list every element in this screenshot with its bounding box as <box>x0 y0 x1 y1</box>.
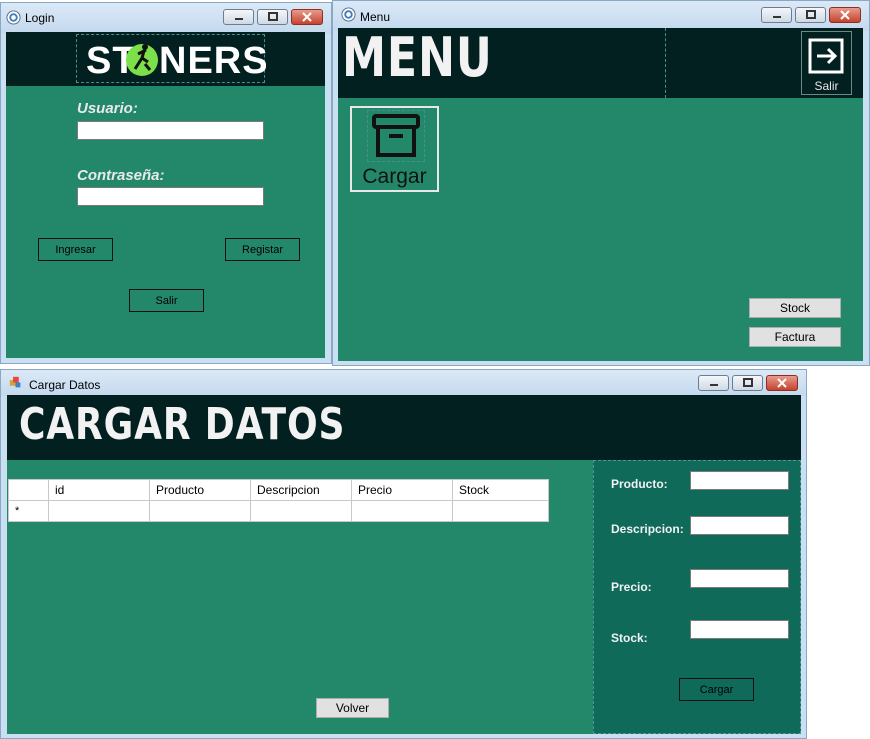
column-header-descripcion[interactable]: Descripcion <box>250 479 352 501</box>
maximize-icon <box>733 376 762 390</box>
cargar-tile-label: Cargar <box>362 165 427 188</box>
salir-label: Salir <box>814 79 839 93</box>
form-panel: Producto: Descripcion: Precio: Stock: Ca… <box>593 460 801 734</box>
precio-input[interactable] <box>690 569 789 588</box>
app-icon <box>341 7 356 22</box>
usuario-label: Usuario: <box>77 100 138 117</box>
column-header-precio[interactable]: Precio <box>351 479 453 501</box>
cargar-tile[interactable]: Cargar <box>350 106 439 192</box>
ingresar-button[interactable]: Ingresar <box>38 238 113 261</box>
menu-client: MENU Salir Cargar Stock Factura <box>338 28 863 361</box>
registar-button[interactable]: Registar <box>225 238 300 261</box>
grid-header-row: id Producto Descripcion Precio Stock <box>8 479 549 501</box>
minimize-icon <box>699 376 728 390</box>
menu-heading: MENU <box>342 28 493 89</box>
login-header: ST NERS <box>6 32 325 86</box>
producto-input[interactable] <box>690 471 789 490</box>
logout-icon <box>808 38 844 74</box>
cell-producto[interactable] <box>149 500 251 522</box>
close-icon <box>830 8 860 22</box>
login-client: ST NERS Usuario: Contraseña: Ingresar Re… <box>6 32 325 358</box>
stock-button[interactable]: Stock <box>749 298 841 318</box>
close-icon <box>292 10 322 24</box>
minimize-button[interactable] <box>761 7 792 23</box>
cell-id[interactable] <box>48 500 150 522</box>
close-button[interactable] <box>766 375 798 391</box>
column-header-id[interactable]: id <box>48 479 150 501</box>
login-titlebar[interactable]: Login <box>1 3 331 33</box>
cargar-header: CARGAR DATOS <box>7 395 801 460</box>
minimize-icon <box>762 8 791 22</box>
contrasena-input[interactable] <box>77 187 264 206</box>
window-title: Menu <box>360 10 391 24</box>
form-icon <box>9 376 21 388</box>
maximize-button[interactable] <box>257 9 288 25</box>
minimize-icon <box>224 10 253 24</box>
close-button[interactable] <box>829 7 861 23</box>
usuario-input[interactable] <box>77 121 264 140</box>
close-icon <box>767 376 797 390</box>
minimize-button[interactable] <box>698 375 729 391</box>
login-window: Login ST NERS Usuario: Contraseña: Ingre… <box>0 2 332 364</box>
salir-menu-button[interactable]: Salir <box>801 31 852 95</box>
minimize-button[interactable] <box>223 9 254 25</box>
app-icon <box>6 10 21 25</box>
row-header-corner <box>8 479 49 501</box>
cargar-button[interactable]: Cargar <box>679 678 754 701</box>
contrasena-label: Contraseña: <box>77 167 165 184</box>
cell-descripcion[interactable] <box>250 500 352 522</box>
cargar-titlebar[interactable]: Cargar Datos <box>1 370 806 396</box>
cell-stock[interactable] <box>452 500 549 522</box>
cargar-client: CARGAR DATOS id Producto Descripcion Pre… <box>7 395 801 734</box>
header-divider <box>665 28 666 98</box>
logo: ST NERS <box>86 36 268 82</box>
maximize-icon <box>796 8 825 22</box>
cell-precio[interactable] <box>351 500 453 522</box>
column-header-producto[interactable]: Producto <box>149 479 251 501</box>
cargar-datos-window: Cargar Datos CARGAR DATOS id Producto De… <box>0 369 807 739</box>
producto-label: Producto: <box>611 477 668 491</box>
window-title: Login <box>25 11 55 25</box>
stock-input[interactable] <box>690 620 789 639</box>
maximize-button[interactable] <box>795 7 826 23</box>
svg-text:NERS: NERS <box>159 40 266 82</box>
new-row-marker: * <box>8 500 49 522</box>
productos-grid[interactable]: id Producto Descripcion Precio Stock * <box>8 479 549 522</box>
maximize-icon <box>258 10 287 24</box>
archive-box-icon <box>372 114 420 157</box>
column-header-stock[interactable]: Stock <box>452 479 549 501</box>
menu-titlebar[interactable]: Menu <box>333 1 869 31</box>
stoners-logo: ST NERS <box>86 40 268 82</box>
precio-label: Precio: <box>611 580 652 594</box>
descripcion-input[interactable] <box>690 516 789 535</box>
maximize-button[interactable] <box>732 375 763 391</box>
window-title: Cargar Datos <box>29 378 101 392</box>
stock-label: Stock: <box>611 631 648 645</box>
menu-header: MENU Salir <box>338 28 863 98</box>
close-button[interactable] <box>291 9 323 25</box>
menu-window: Menu MENU Salir Cargar Stock Factura <box>332 0 870 366</box>
factura-button[interactable]: Factura <box>749 327 841 347</box>
volver-button[interactable]: Volver <box>316 698 389 718</box>
descripcion-label: Descripcion: <box>611 522 684 536</box>
cargar-heading: CARGAR DATOS <box>19 399 346 450</box>
table-row[interactable]: * <box>8 500 549 522</box>
salir-button[interactable]: Salir <box>129 289 204 312</box>
